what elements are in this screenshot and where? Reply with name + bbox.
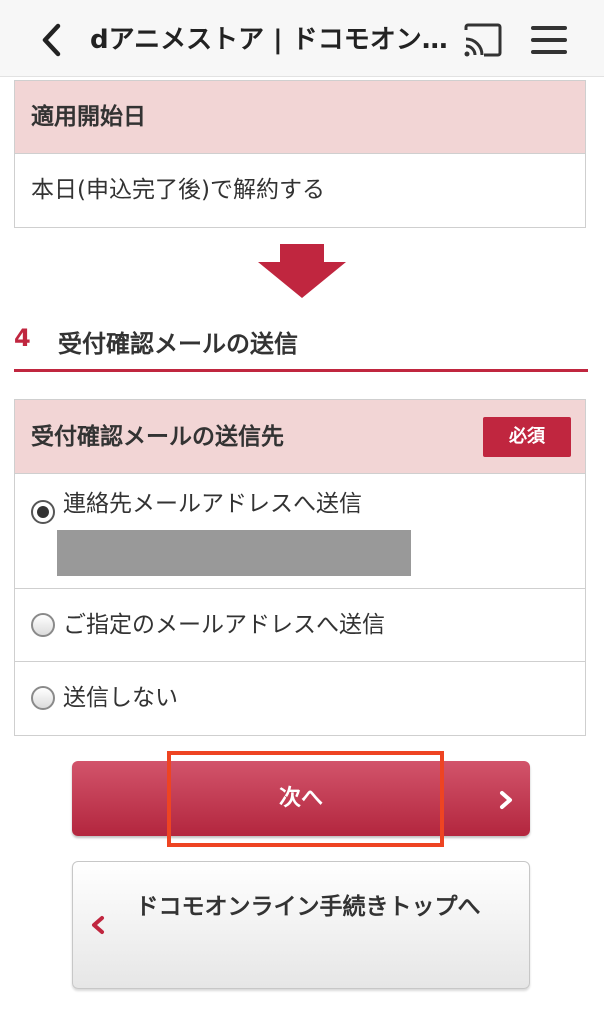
option-contact-email[interactable]: 連絡先メールアドレスへ送信 [15,474,585,589]
step-number: 4 [14,324,31,352]
option-specified-email-label: ご指定のメールアドレスへ送信 [63,612,385,638]
start-date-table: 適用開始日 本日(申込完了後)で解約する [14,80,586,228]
option-contact-email-label: 連絡先メールアドレスへ送信 [63,491,362,517]
required-badge: 必須 [483,417,571,457]
menu-button[interactable] [528,22,570,58]
section-heading: 4 受付確認メールの送信 [14,318,588,372]
online-procedures-top-label: ドコモオンライン手続きトップへ [135,894,481,920]
start-date-value: 本日(申込完了後)で解約する [31,177,325,203]
cast-button[interactable] [462,22,504,58]
chevron-right-icon [500,791,512,809]
option-specified-email[interactable]: ご指定のメールアドレスへ送信 [15,589,585,662]
next-button-label: 次へ [278,786,323,811]
online-procedures-top-button[interactable]: ドコモオンライン手続きトップへ [72,861,530,989]
radio-no-send[interactable] [31,686,55,710]
radio-specified-email[interactable] [31,613,55,637]
mail-destination-table: 受付確認メールの送信先 必須 連絡先メールアドレスへ送信 ご指定のメールアドレス… [14,399,586,736]
chevron-left-icon [42,23,61,57]
chevron-left-icon [92,916,104,934]
radio-contact-email[interactable] [31,500,55,524]
step-title: 受付確認メールの送信 [58,330,298,358]
mail-destination-label: 受付確認メールの送信先 必須 [15,400,585,474]
mail-destination-label-text: 受付確認メールの送信先 [31,424,284,450]
next-button[interactable]: 次へ [72,761,530,836]
redacted-email [57,530,411,576]
back-button[interactable] [36,20,72,60]
arrow-down-icon [258,244,346,298]
option-no-send-label: 送信しない [63,685,178,711]
top-bar: dアニメストア | ドコモオン… [0,0,604,77]
cast-icon [464,23,502,57]
start-date-label: 適用開始日 [15,81,585,154]
option-no-send[interactable]: 送信しない [15,662,585,734]
hamburger-menu-icon [531,26,567,54]
page-title: dアニメストア | ドコモオン… [90,25,448,55]
